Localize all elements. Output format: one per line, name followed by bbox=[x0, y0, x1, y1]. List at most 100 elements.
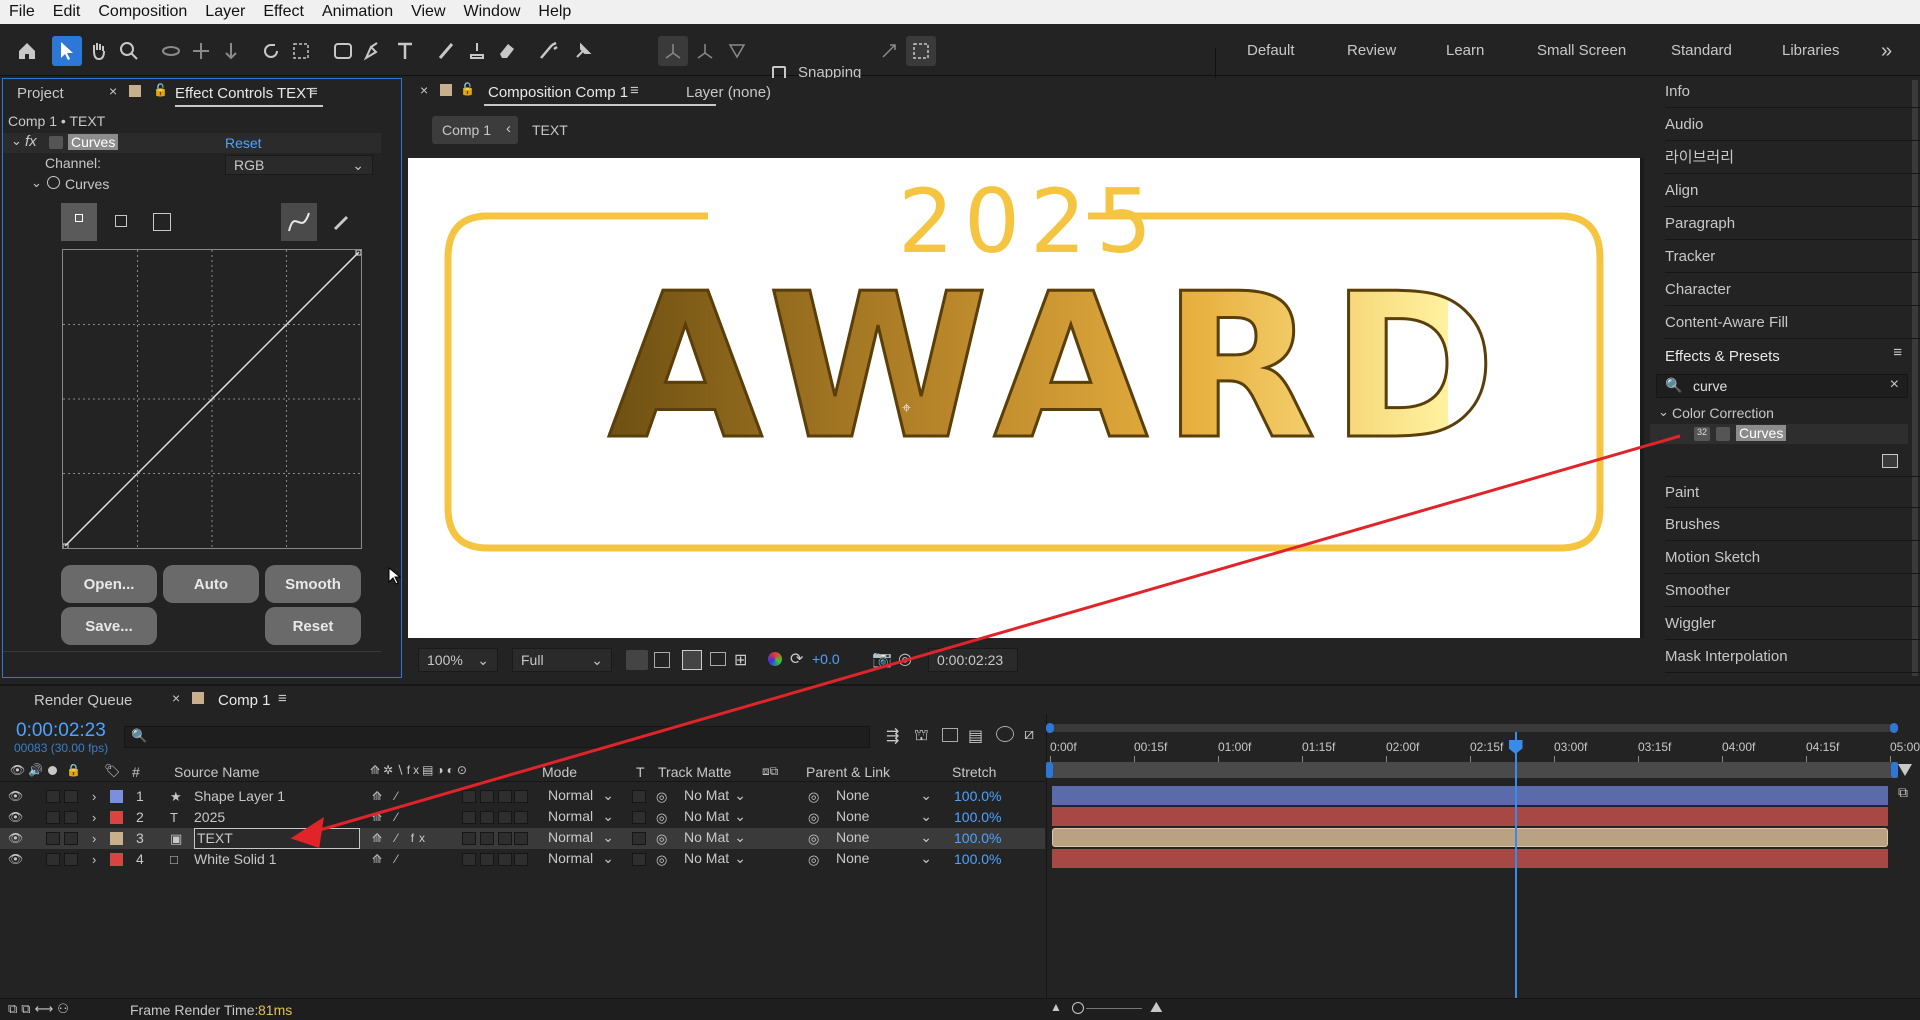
switch-box[interactable] bbox=[514, 811, 528, 824]
graph-editor-icon[interactable]: ⧄ bbox=[1024, 726, 1034, 744]
axis-local-icon[interactable] bbox=[658, 36, 688, 66]
color-channels-icon[interactable] bbox=[768, 652, 782, 666]
channel-mode-button[interactable] bbox=[61, 203, 97, 241]
anchor-tool-icon[interactable] bbox=[286, 36, 316, 66]
pan-behind-icon[interactable] bbox=[186, 36, 216, 66]
panel-wiggler[interactable]: Wiggler bbox=[1665, 608, 1920, 640]
save-button[interactable]: Save... bbox=[61, 607, 157, 645]
puppet-pin-icon[interactable] bbox=[568, 36, 598, 66]
exposure-value[interactable]: +0.0 bbox=[812, 651, 840, 667]
layer-source-name[interactable]: White Solid 1 bbox=[194, 849, 276, 870]
curves-graph[interactable] bbox=[62, 249, 362, 549]
panel-menu-icon[interactable]: ≡ bbox=[278, 690, 287, 707]
switch-box[interactable] bbox=[498, 853, 512, 866]
draft-3d-icon[interactable]: ⛫ bbox=[914, 726, 929, 746]
workspace-small-screen[interactable]: Small Screen bbox=[1537, 36, 1626, 66]
dolly-tool-icon[interactable] bbox=[216, 36, 246, 66]
pen-tool-icon[interactable] bbox=[358, 36, 388, 66]
lock-switch[interactable] bbox=[64, 832, 78, 845]
effect-result-curves[interactable]: Curves bbox=[1736, 425, 1787, 441]
col-t[interactable]: T bbox=[636, 764, 645, 780]
effects-search-input[interactable]: 🔍 curve × bbox=[1656, 374, 1908, 398]
switch-box[interactable] bbox=[462, 811, 476, 824]
effect-result-row[interactable]: 32 Curves bbox=[1650, 424, 1908, 444]
reset-button[interactable]: Reset bbox=[265, 607, 361, 645]
work-area-end[interactable] bbox=[1891, 762, 1898, 778]
panel-menu-icon[interactable]: ≡ bbox=[309, 83, 318, 100]
mask-visibility-icon[interactable] bbox=[682, 650, 702, 670]
preserve-transparency-box[interactable] bbox=[632, 832, 646, 845]
layer-row[interactable]: 👁 › 2 T 2025 ⟰ ⁄ Normal ⌄ ◎ No Mat ⌄ ◎ None ⌄ 100.0% bbox=[0, 807, 1045, 828]
mode-dropdown[interactable]: Normal ⌄ bbox=[540, 807, 622, 827]
tab-render-queue[interactable]: Render Queue bbox=[34, 692, 132, 709]
curve-size-small-button[interactable] bbox=[103, 203, 139, 241]
parent-pickwhip-icon[interactable]: ◎ bbox=[808, 849, 819, 870]
orbit-tool-icon[interactable] bbox=[156, 36, 186, 66]
panel-libraries[interactable]: 라이브러리 bbox=[1665, 142, 1920, 174]
layer-row[interactable]: 👁 › 3 ▣ TEXT ⟰ ⁄ fx Normal ⌄ ◎ No Mat ⌄ ◎ None ⌄ 100.0… bbox=[0, 828, 1045, 849]
layer-search-input[interactable]: 🔍 bbox=[124, 726, 870, 748]
fast-previews-icon[interactable] bbox=[626, 650, 648, 670]
col-parent-link[interactable]: Parent & Link bbox=[806, 764, 890, 780]
layer-source-name[interactable]: 2025 bbox=[194, 807, 225, 828]
viewer-timecode[interactable]: 0:00:02:23 bbox=[928, 648, 1018, 672]
work-area-bar[interactable] bbox=[1046, 762, 1898, 778]
home-icon[interactable] bbox=[12, 36, 42, 66]
curve-size-large-button[interactable] bbox=[143, 203, 179, 241]
menu-window[interactable]: Window bbox=[455, 0, 530, 24]
label-color-swatch[interactable] bbox=[110, 811, 123, 824]
lock-icon[interactable]: 🔒 bbox=[66, 763, 81, 777]
track-matte-dropdown[interactable]: No Mat ⌄ bbox=[676, 828, 754, 848]
panel-brushes[interactable]: Brushes bbox=[1665, 509, 1920, 541]
snap-features-icon[interactable] bbox=[906, 36, 936, 66]
col-source-name[interactable]: Source Name bbox=[174, 764, 260, 780]
lock-icon[interactable]: 🔓 bbox=[460, 82, 475, 96]
region-of-interest-icon[interactable] bbox=[710, 652, 726, 666]
layer-bar-2025[interactable] bbox=[1052, 807, 1888, 826]
label-color-swatch[interactable] bbox=[110, 832, 123, 845]
label-tag-icon[interactable]: 🏷 bbox=[104, 763, 121, 779]
eye-icon[interactable]: 👁 bbox=[8, 786, 23, 807]
label-color-swatch[interactable] bbox=[110, 790, 123, 803]
parent-dropdown[interactable]: None ⌄ bbox=[828, 849, 940, 869]
comp-mini-flowchart-icon[interactable]: ⇶ bbox=[886, 726, 899, 746]
panel-paint[interactable]: Paint bbox=[1665, 476, 1920, 508]
bezier-curve-tool-icon[interactable] bbox=[281, 203, 317, 241]
zoom-tool-icon[interactable] bbox=[114, 36, 144, 66]
smooth-button[interactable]: Smooth bbox=[265, 565, 361, 603]
preserve-transparency-box[interactable] bbox=[632, 811, 646, 824]
workspace-default[interactable]: Default bbox=[1247, 36, 1295, 66]
panel-smoother[interactable]: Smoother bbox=[1665, 575, 1920, 607]
solo-switch[interactable] bbox=[46, 853, 60, 866]
switch-box[interactable] bbox=[514, 832, 528, 845]
stretch-value[interactable]: 100.0% bbox=[954, 849, 1001, 870]
hide-shy-layers-icon[interactable] bbox=[942, 728, 958, 742]
panel-character[interactable]: Character bbox=[1665, 274, 1920, 306]
menu-composition[interactable]: Composition bbox=[89, 0, 196, 24]
track-matte-dropdown[interactable]: No Mat ⌄ bbox=[676, 786, 754, 806]
grid-guides-icon[interactable]: ⊞ bbox=[734, 650, 747, 670]
mode-dropdown[interactable]: Normal ⌄ bbox=[540, 828, 622, 848]
lock-icon[interactable]: 🔓 bbox=[153, 83, 168, 97]
preserve-transparency-box[interactable] bbox=[632, 790, 646, 803]
chevron-down-icon[interactable]: ⌄ bbox=[11, 133, 22, 149]
panel-menu-icon[interactable]: ≡ bbox=[1893, 344, 1902, 361]
panel-info[interactable]: Info bbox=[1665, 76, 1920, 108]
switch-box[interactable] bbox=[462, 790, 476, 803]
eye-icon[interactable]: 👁 bbox=[8, 807, 23, 828]
solo-icon[interactable] bbox=[48, 766, 57, 775]
chevron-down-icon[interactable]: ⌄ bbox=[31, 175, 42, 191]
tab-layer[interactable]: Layer (none) bbox=[686, 84, 771, 101]
lock-switch[interactable] bbox=[64, 853, 78, 866]
workspace-review[interactable]: Review bbox=[1347, 36, 1396, 66]
menu-view[interactable]: View bbox=[402, 0, 454, 24]
video-switch-icon[interactable]: 👁 bbox=[10, 763, 25, 777]
effects-presets-title[interactable]: Effects & Presets bbox=[1665, 348, 1780, 365]
panel-menu-icon[interactable]: ≡ bbox=[630, 82, 639, 99]
label-color-swatch[interactable] bbox=[110, 853, 123, 866]
chevron-down-icon[interactable]: ⌄ bbox=[1658, 404, 1669, 420]
footer-toggle-icons[interactable]: ⧉⧉⟷⚇ bbox=[8, 1001, 73, 1017]
switch-box[interactable] bbox=[480, 853, 494, 866]
stretch-value[interactable]: 100.0% bbox=[954, 786, 1001, 807]
hand-tool-icon[interactable] bbox=[84, 36, 114, 66]
